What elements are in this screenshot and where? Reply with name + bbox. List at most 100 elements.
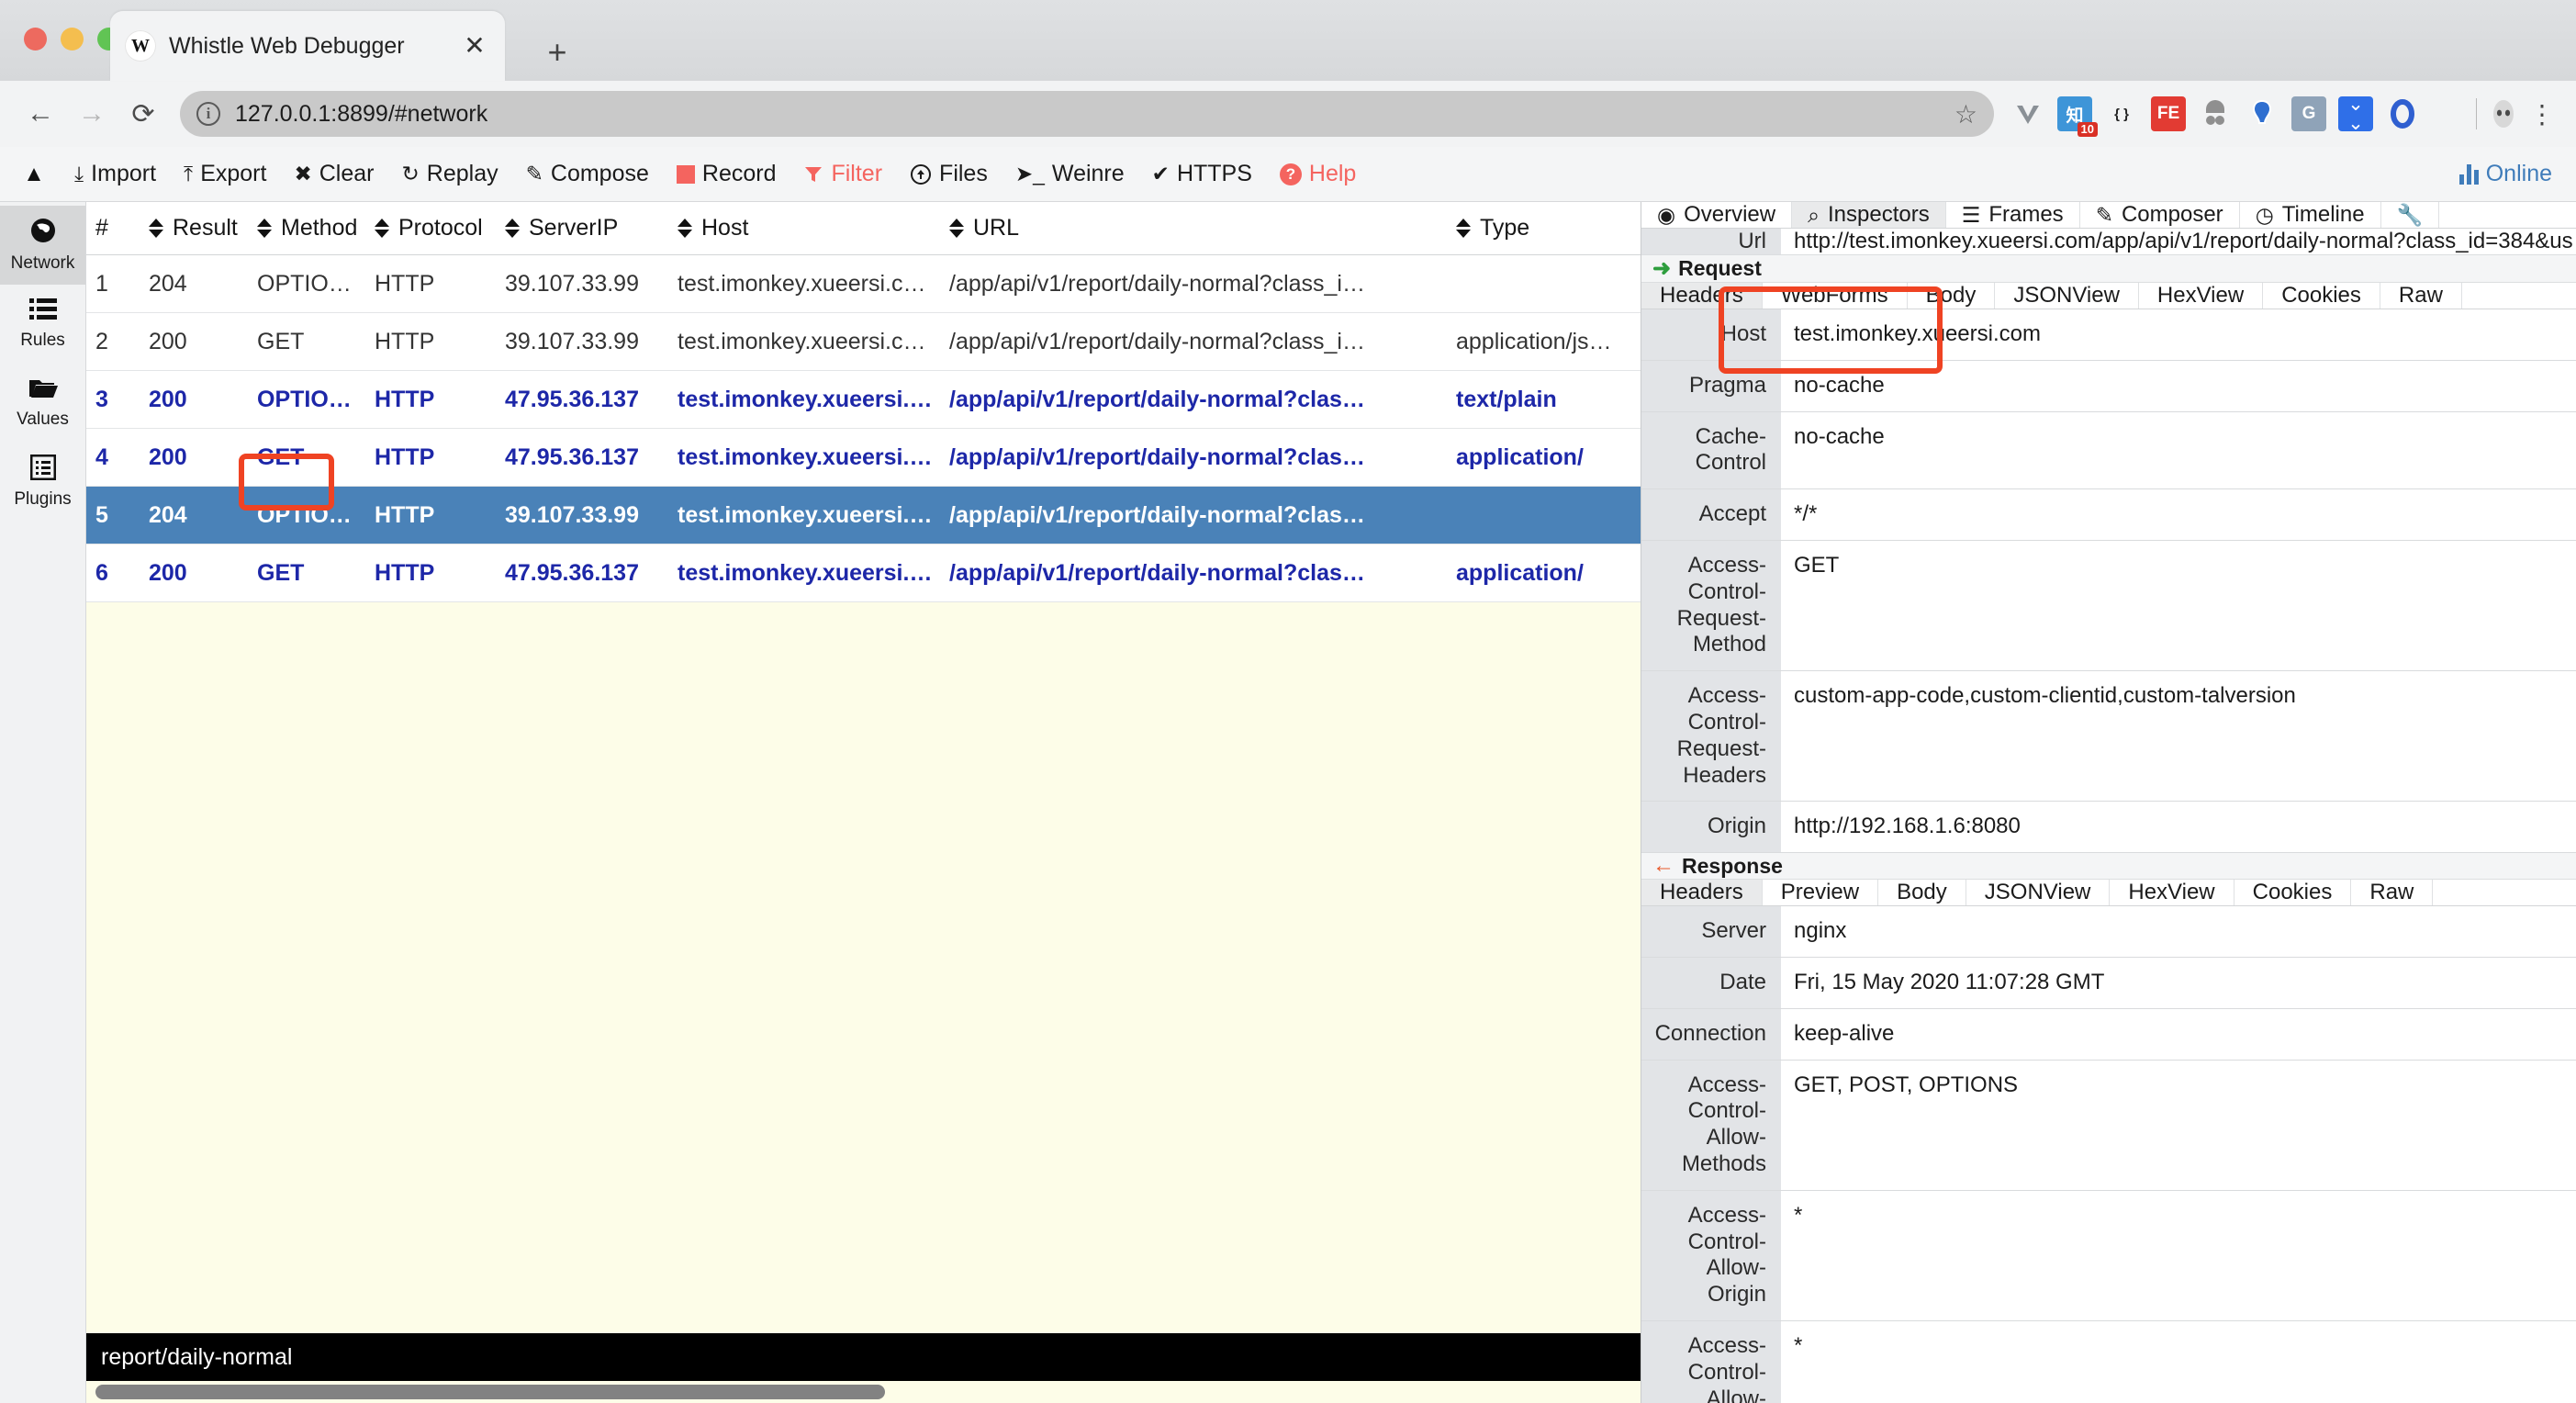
browser-tab[interactable]: W Whistle Web Debugger ✕ [110,11,505,81]
toolbar-item-weinre[interactable]: ➤_ Weinre [1002,152,1138,196]
minimize-window-button[interactable] [61,28,84,51]
lantern-icon[interactable] [2245,96,2279,131]
sort-arrows-icon[interactable] [257,219,272,238]
vue-devtools-icon[interactable] [2010,96,2045,131]
response-tab-hexview[interactable]: HexView [2110,880,2234,906]
back-icon[interactable]: ← [17,90,64,138]
tab-frames[interactable]: ☰ Frames [1946,202,2080,228]
table-row[interactable]: 5 204 OPTIONS HTTP 39.107.33.99 test.imonkey.… [86,487,1641,544]
tab-settings[interactable]: 🔧 [2381,202,2440,228]
sort-arrows-icon[interactable] [375,219,389,238]
reload-icon[interactable]: ⟳ [119,90,167,138]
table-row[interactable]: 2 200 GET HTTP 39.107.33.99 test.imonkey.xuee… [86,313,1641,371]
column-header-num[interactable]: # [86,215,134,241]
toolbar-item-files[interactable]: Files [896,152,1002,196]
online-status-badge[interactable]: Online [2458,161,2561,187]
table-row[interactable]: 3 200 OPTIONS HTTP 47.95.36.137 test.imonkey.… [86,371,1641,429]
response-tab-cookies[interactable]: Cookies [2234,880,2352,906]
site-info-icon[interactable]: i [196,102,220,126]
cell-url: /app/api/v1/report/daily-normal?class_i… [949,270,1365,297]
inspector-url-row: Url http://test.imonkey.xueersi.com/app/… [1641,229,2576,255]
cell-protocol: HTTP [375,386,435,412]
tab-overview[interactable]: ◉ Overview [1641,202,1793,228]
sidebar-item-network[interactable]: Network [0,206,85,285]
column-header-serverip[interactable]: ServerIP [490,215,663,241]
grey-capsule-icon[interactable] [2198,96,2233,131]
table-row[interactable]: 1 204 OPTIONS HTTP 39.107.33.99 test.imonkey.… [86,255,1641,313]
network-scroll-thumb[interactable] [95,1385,885,1399]
request-header-row: Cache-Control no-cache [1641,411,2576,490]
close-window-button[interactable] [24,28,47,51]
request-tab-body[interactable]: Body [1908,283,1996,309]
close-tab-icon[interactable]: ✕ [459,33,490,59]
toolbar-item-import[interactable]: ⤓ Import [61,152,170,196]
column-header-host[interactable]: Host [663,215,935,241]
sidebar-item-plugins[interactable]: Plugins [0,443,85,522]
sort-arrows-icon[interactable] [678,219,692,238]
request-tab-jsonview[interactable]: JSONView [1995,283,2139,309]
alien-avatar-icon[interactable] [2432,96,2467,131]
sort-arrows-icon[interactable] [505,219,520,238]
url-row-value: http://test.imonkey.xueersi.com/app/api/… [1794,229,2573,253]
opera-ring-icon[interactable] [2385,96,2420,131]
request-header-row: Host test.imonkey.xueersi.com [1641,309,2576,361]
json-formatter-icon[interactable]: { } [2104,96,2139,131]
request-header-row: Accept */* [1641,489,2576,541]
toolbar-item-compose[interactable]: ✎ Compose [512,152,663,196]
tab-label: Overview [1684,202,1776,227]
tab-inspectors[interactable]: ⌕ Inspectors [1792,202,1946,228]
column-header-url[interactable]: URL [935,215,1441,241]
request-tab-raw[interactable]: Raw [2380,283,2462,309]
toolbar-item-https[interactable]: ✔ HTTPS [1138,152,1266,196]
google-translate-icon[interactable]: G [2291,96,2326,131]
request-tab-hexview[interactable]: HexView [2139,283,2264,309]
forward-icon[interactable]: → [68,90,116,138]
column-header-label: Type [1480,215,1530,241]
toolbar-item-export[interactable]: ⤒ Export [170,152,280,196]
download-chevrons-icon[interactable]: ⌄ ⌄ [2338,95,2373,133]
cell-protocol: HTTP [375,328,435,354]
table-row[interactable]: 6 200 GET HTTP 47.95.36.137 test.imonkey.xuee… [86,544,1641,602]
cell-serverip: 47.95.36.137 [505,386,639,412]
response-header-key: Server [1641,906,1781,957]
request-tab-cookies[interactable]: Cookies [2263,283,2380,309]
collapse-toolbar-icon[interactable]: ▲ [15,162,53,187]
network-horizontal-scrollbar[interactable] [86,1381,1641,1403]
sort-arrows-icon[interactable] [149,219,163,238]
column-header-type[interactable]: Type [1441,215,1641,241]
cell-type: application/ [1456,559,1584,586]
request-tab-webforms[interactable]: WebForms [1763,283,1908,309]
column-header-label: Method [281,215,358,241]
request-header-row: Access-Control-Request-Method GET [1641,540,2576,672]
cell-host: test.imonkey.xueersi.c… [678,386,935,412]
toolbar-item-clear[interactable]: ✖ Clear [280,152,387,196]
tab-composer[interactable]: ✎ Composer [2080,202,2240,228]
toolbar-item-filter[interactable]: Filter [790,152,896,196]
column-header-method[interactable]: Method [242,215,360,241]
toolbar-item-help[interactable]: ? Help [1266,152,1370,196]
new-tab-button[interactable]: + [532,29,582,75]
response-tab-jsonview[interactable]: JSONView [1966,880,2111,906]
sidebar-item-values[interactable]: Values [0,364,85,443]
toolbar-item-replay[interactable]: ↻ Replay [388,152,512,196]
table-row[interactable]: 4 200 GET HTTP 47.95.36.137 test.imonkey.xuee… [86,429,1641,487]
browser-menu-icon[interactable]: ⋮ [2525,96,2559,131]
response-tab-preview[interactable]: Preview [1763,880,1879,906]
toolbar-item-record[interactable]: Record [663,152,790,196]
profile-avatar[interactable] [2486,96,2521,131]
request-tab-headers[interactable]: Headers [1641,283,1763,309]
fe-helper-icon[interactable]: FE [2151,96,2186,131]
address-bar[interactable]: i 127.0.0.1:8899/#network ☆ [180,91,1994,137]
sort-arrows-icon[interactable] [949,219,964,238]
sidebar-item-rules[interactable]: Rules [0,285,85,364]
help-icon: ? [1279,163,1302,185]
tab-timeline[interactable]: ◷ Timeline [2240,202,2381,228]
column-header-result[interactable]: Result [134,215,242,241]
zhihu-extension-icon[interactable]: 知 10 [2057,96,2098,137]
response-tab-body[interactable]: Body [1878,880,1966,906]
column-header-protocol[interactable]: Protocol [360,215,490,241]
response-tab-headers[interactable]: Headers [1641,880,1763,906]
response-tab-raw[interactable]: Raw [2351,880,2434,906]
sort-arrows-icon[interactable] [1456,219,1471,238]
bookmark-star-icon[interactable]: ☆ [1943,99,1977,129]
